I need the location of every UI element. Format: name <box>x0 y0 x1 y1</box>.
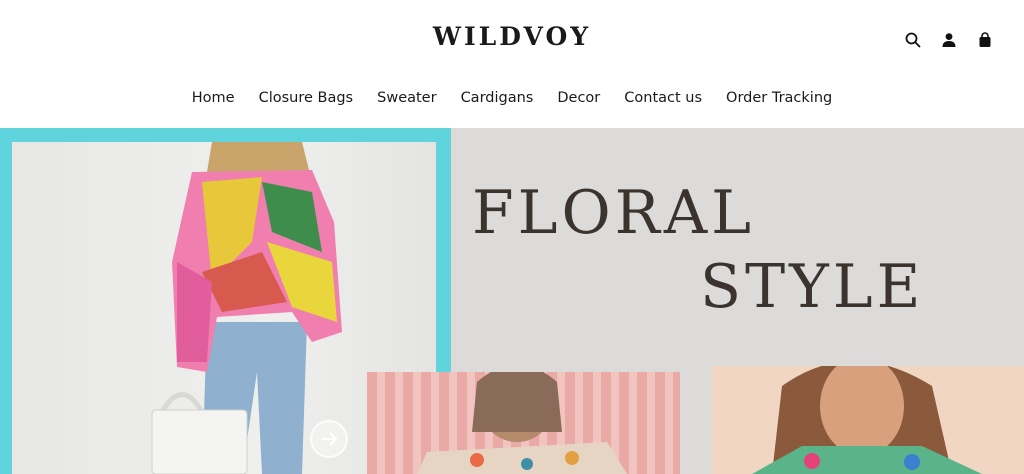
arrow-right-icon <box>322 432 338 446</box>
hero-banner[interactable]: FLORAL STYLE <box>0 128 1024 474</box>
main-nav: Home Closure Bags Sweater Cardigans Deco… <box>0 90 1024 106</box>
header-icons <box>902 29 996 51</box>
site-logo[interactable]: WILDVOY <box>0 22 1024 51</box>
hero-headline-line1: FLORAL <box>472 178 756 248</box>
nav-item-order-tracking[interactable]: Order Tracking <box>726 90 832 106</box>
search-icon[interactable] <box>902 29 924 51</box>
nav-item-contact-us[interactable]: Contact us <box>624 90 702 106</box>
hero-tertiary-photo <box>712 366 1024 474</box>
nav-item-cardigans[interactable]: Cardigans <box>461 90 534 106</box>
nav-item-home[interactable]: Home <box>192 90 235 106</box>
nav-item-sweater[interactable]: Sweater <box>377 90 436 106</box>
hero-headline-line2: STYLE <box>700 252 925 322</box>
hero-secondary-photo <box>367 372 680 474</box>
cart-icon[interactable] <box>974 29 996 51</box>
nav-item-decor[interactable]: Decor <box>557 90 600 106</box>
site-header: WILDVOY Home Closure Bags Sweater Cardig… <box>0 0 1024 128</box>
nav-item-closure-bags[interactable]: Closure Bags <box>259 90 354 106</box>
slider-next-button[interactable] <box>310 420 348 458</box>
account-icon[interactable] <box>938 29 960 51</box>
